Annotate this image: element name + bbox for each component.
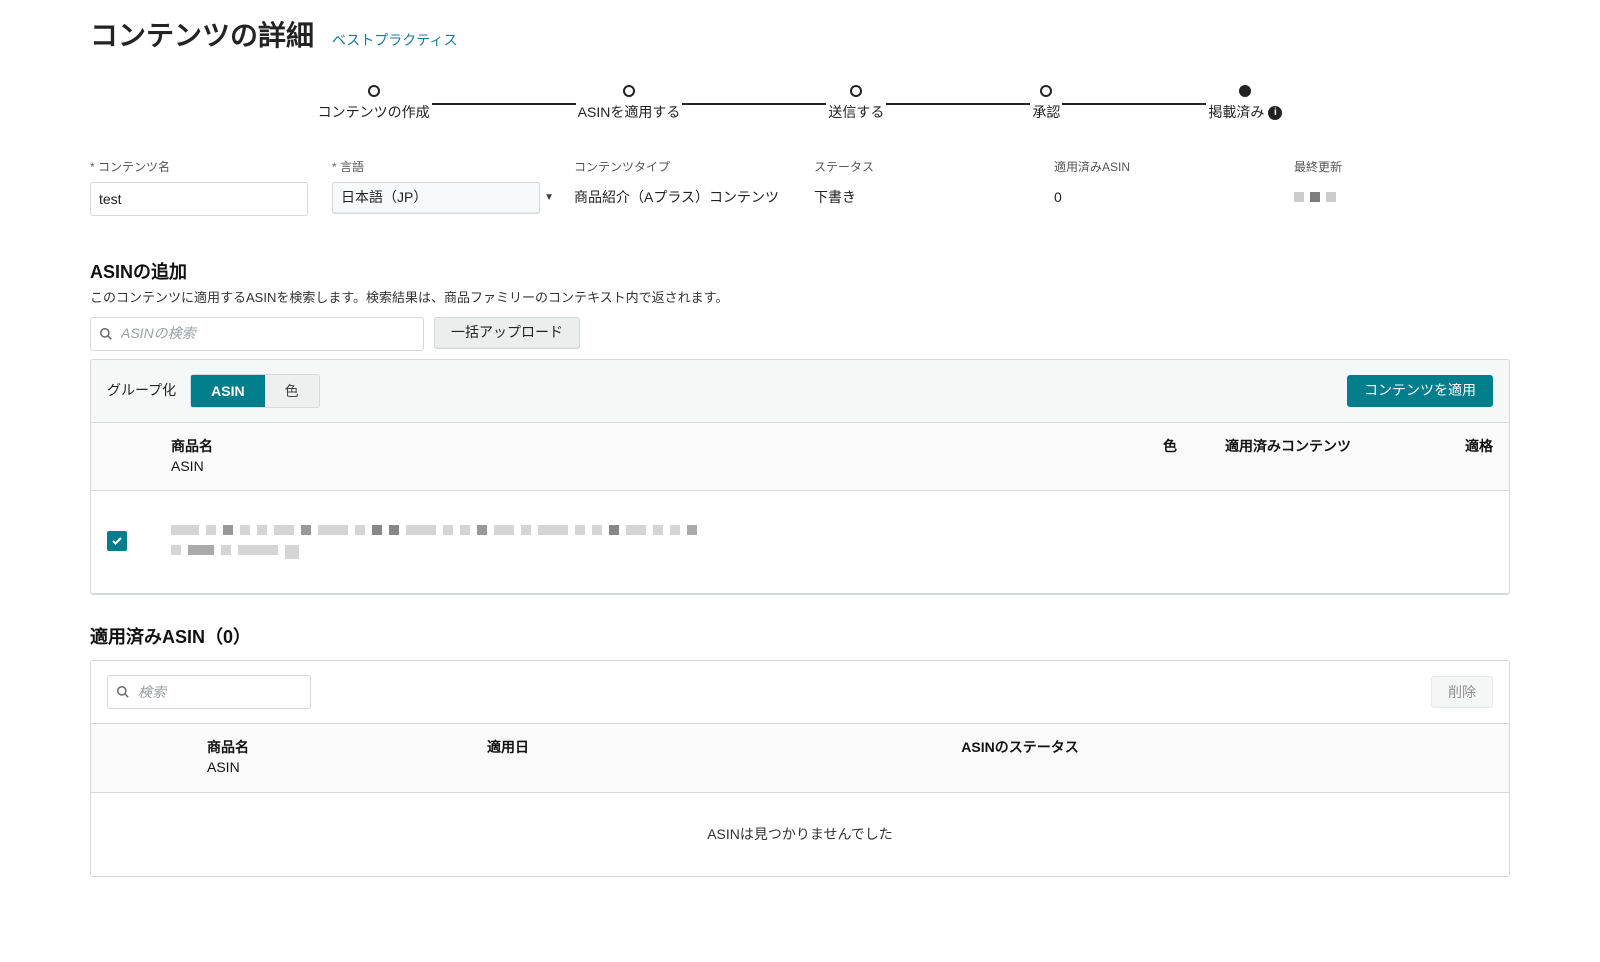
col2-name: 商品名 [207,738,487,758]
language-label: 言語 [332,159,562,176]
empty-message: ASINは見つかりませんでした [91,793,1509,877]
applied-asin-label: 適用済みASIN [1054,159,1282,176]
status-value: 下書き [814,182,1042,208]
content-type-value: 商品紹介（Aプラス）コンテンツ [574,182,802,208]
content-type-label: コンテンツタイプ [574,159,802,176]
delete-button[interactable]: 削除 [1431,676,1493,708]
progress-stepper: コンテンツの作成 ASINを適用する 送信する 承認 掲載済み [90,85,1510,123]
search-icon [99,327,113,341]
content-name-label: コンテンツ名 [90,159,320,176]
apply-content-button[interactable]: コンテンツを適用 [1347,375,1493,407]
language-select[interactable]: 日本語（JP） [332,182,540,214]
col-applied: 適用済みコンテンツ [1203,437,1373,476]
step-create: コンテンツの作成 [318,85,430,123]
col-name-sub: ASIN [171,457,1137,477]
step-apply-asin: ASINを適用する [578,85,681,123]
col-name: 商品名 [171,437,1137,457]
row-checkbox[interactable] [107,531,127,551]
step-approve: 承認 [1032,85,1060,123]
chevron-down-icon: ▼ [544,191,554,205]
col2-date: 適用日 [487,738,807,777]
search-icon [116,685,130,699]
group-asin-pill[interactable]: ASIN [191,375,264,407]
step-published: 掲載済み i [1208,85,1282,123]
group-color-pill[interactable]: 色 [265,375,319,407]
col2-status: ASINのステータス [807,738,1233,777]
applied-search-input[interactable] [136,682,321,704]
last-updated-value-redacted [1294,182,1510,202]
applied-table-header: 商品名 ASIN 適用日 ASINのステータス [91,724,1509,792]
asin-search-box[interactable] [90,317,424,351]
page-title: コンテンツの詳細 [90,16,314,55]
step-submit: 送信する [828,85,884,123]
asin-search-input[interactable] [119,323,415,345]
applied-search-box[interactable] [107,675,311,709]
applied-asin-title: 適用済みASIN（0） [90,625,1510,650]
group-by-label: グループ化 [107,381,176,401]
table-row [91,491,1509,594]
row-content-redacted [171,525,1493,559]
col-eligible: 適格 [1373,437,1493,476]
best-practices-link[interactable]: ベストプラクティス [332,31,457,51]
info-icon[interactable]: i [1268,106,1282,120]
last-updated-label: 最終更新 [1294,159,1510,176]
add-asin-title: ASINの追加 [90,260,1510,285]
col2-name-sub: ASIN [207,758,487,778]
group-by-toggle: ASIN 色 [190,374,319,408]
bulk-upload-button[interactable]: 一括アップロード [434,317,580,349]
col-color: 色 [1137,437,1203,476]
asin-table-header: 商品名 ASIN 色 適用済みコンテンツ 適格 [91,423,1509,491]
status-label: ステータス [814,159,1042,176]
applied-asin-value: 0 [1054,182,1282,208]
content-name-input[interactable] [90,182,308,216]
add-asin-subtitle: このコンテンツに適用するASINを検索します。検索結果は、商品ファミリーのコンテ… [90,289,1510,307]
